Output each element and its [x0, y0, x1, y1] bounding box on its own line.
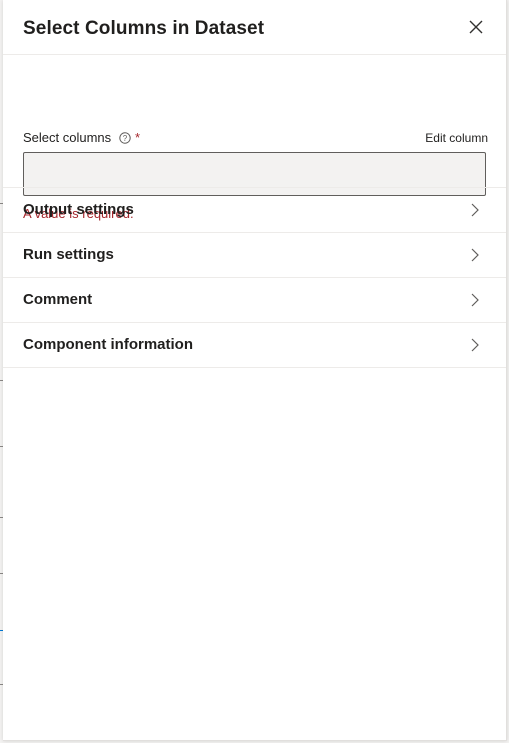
section-comment[interactable]: Comment [3, 278, 506, 323]
section-output-settings[interactable]: Output settings [3, 187, 506, 233]
panel-header: Select Columns in Dataset [3, 0, 506, 55]
section-run-settings[interactable]: Run settings [3, 233, 506, 278]
section-label: Run settings [23, 246, 114, 263]
select-columns-field: Select columns ? * Edit column A value i… [3, 55, 506, 221]
close-icon [469, 20, 483, 34]
select-columns-label: Select columns [23, 130, 112, 145]
required-marker: * [135, 130, 141, 145]
section-label: Component information [23, 336, 193, 353]
info-icon[interactable]: ? [119, 132, 131, 144]
section-label: Comment [23, 291, 93, 308]
chevron-right-icon [471, 203, 479, 217]
section-label: Output settings [23, 201, 134, 218]
svg-text:?: ? [123, 134, 128, 143]
section-component-information[interactable]: Component information [3, 323, 506, 368]
chevron-right-icon [471, 248, 479, 262]
edit-column-link[interactable]: Edit column [425, 131, 488, 145]
close-button[interactable] [466, 17, 486, 37]
settings-sections: Output settings Run settings Comment Com… [3, 187, 506, 368]
module-properties-panel: Select Columns in Dataset Select columns… [3, 0, 507, 741]
panel-title: Select Columns in Dataset [23, 18, 265, 39]
chevron-right-icon [471, 338, 479, 352]
chevron-right-icon [471, 293, 479, 307]
